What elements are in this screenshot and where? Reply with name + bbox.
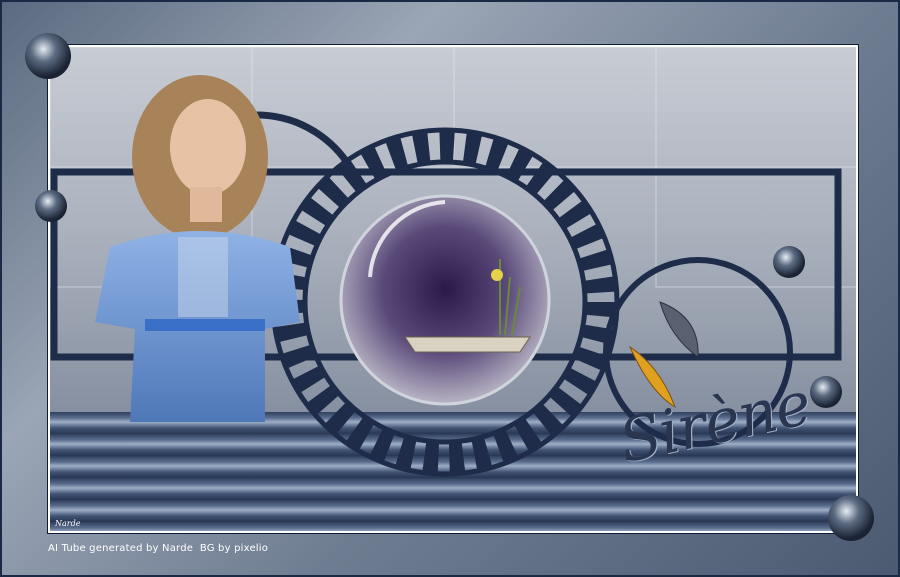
bead-bottom-right-icon (828, 495, 874, 541)
bead-right-lower-icon (810, 376, 842, 408)
glass-beads (25, 33, 874, 541)
credit-line: AI Tube generated by Narde BG by pixelio (48, 543, 269, 554)
bead-top-left-icon (25, 33, 71, 79)
bead-left-icon (35, 190, 67, 222)
bead-right-icon (773, 246, 805, 278)
